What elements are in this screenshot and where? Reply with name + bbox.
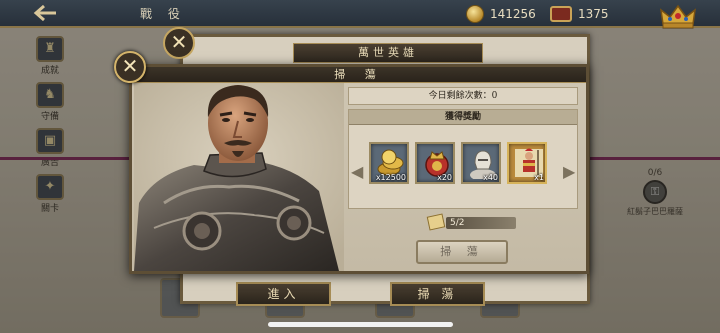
screen: 戰 役 141256 1375 ♜ 成就 ♞ 守備 ▣ 廣告 ✦ 關卡 0/6 … <box>0 0 720 333</box>
scroll-left-icon[interactable]: ◀ <box>351 162 363 182</box>
reward-items: x12500 x20 x40 x1 <box>369 142 547 184</box>
hero-portrait <box>134 83 344 271</box>
chest-icon <box>550 6 572 22</box>
chest-value: 1375 <box>578 7 609 21</box>
sweep-modal-title: 掃 蕩 <box>132 67 586 83</box>
sweep-details: 今日剩餘次數：0 獲得獎勵 ◀ ▶ x12500 x20 x40 x1 5/2 … <box>348 87 578 267</box>
reward-qty: x1 <box>534 173 544 182</box>
reward-item[interactable]: x12500 <box>369 142 409 184</box>
ticket-icon <box>426 213 446 231</box>
sweep-modal: 掃 蕩 今日剩餘次數：0 獲得獎勵 ◀ ▶ x12500 x20 x40 x1 … <box>129 64 589 274</box>
hero-panel-close-button[interactable]: ✕ <box>163 27 195 59</box>
reward-item[interactable]: x1 <box>507 142 547 184</box>
reward-item[interactable]: x40 <box>461 142 501 184</box>
coin-icon <box>466 5 484 23</box>
reward-item[interactable]: x20 <box>415 142 455 184</box>
page-title: 戰 役 <box>140 7 186 21</box>
reward-qty: x40 <box>483 173 498 182</box>
rewards-header: 獲得獎勵 <box>349 110 577 125</box>
chest-resource: 1375 <box>550 4 609 24</box>
reward-qty: x20 <box>437 173 452 182</box>
coins-value: 141256 <box>490 7 536 21</box>
reward-qty: x12500 <box>375 173 406 182</box>
hero-panel-title: 萬世英雄 <box>293 43 483 63</box>
enter-button[interactable]: 進入 <box>236 282 331 306</box>
back-button[interactable] <box>30 3 62 23</box>
rewards-panel: 獲得獎勵 ◀ ▶ x12500 x20 x40 x1 <box>348 109 578 209</box>
top-bar: 戰 役 141256 1375 <box>0 0 720 30</box>
scroll-right-icon[interactable]: ▶ <box>563 162 575 182</box>
coins-resource: 141256 <box>466 4 536 24</box>
crown-icon[interactable] <box>658 2 698 30</box>
remaining-attempts: 今日剩餘次數：0 <box>348 87 578 105</box>
sweep-button[interactable]: 掃 蕩 <box>416 240 508 264</box>
sweep-modal-close-button[interactable]: ✕ <box>114 51 146 83</box>
sweep-ticket-count: 5/2 <box>426 213 528 231</box>
home-indicator[interactable] <box>268 322 453 327</box>
ticket-count: 5/2 <box>446 217 516 229</box>
close-icon: ✕ <box>121 54 139 78</box>
close-icon: ✕ <box>170 30 188 54</box>
back-arrow-icon <box>33 4 56 22</box>
hero-sweep-button[interactable]: 掃 蕩 <box>390 282 485 306</box>
